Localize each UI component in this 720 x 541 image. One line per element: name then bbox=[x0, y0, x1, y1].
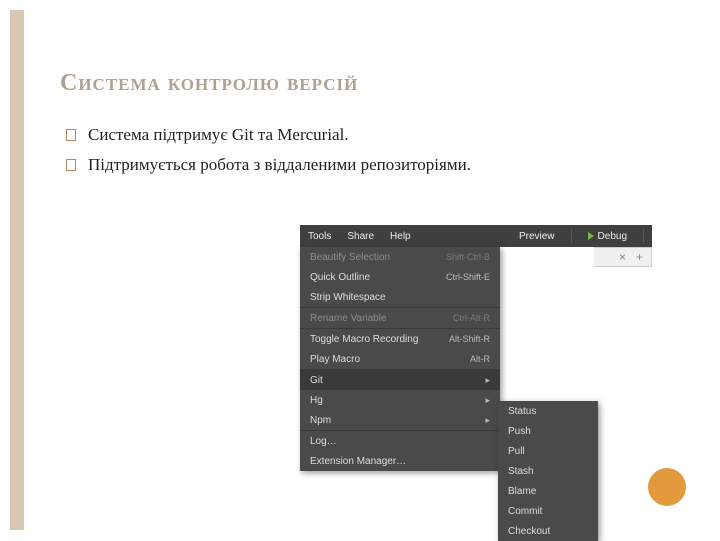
bullet-item: Система підтримує Git та Mercurial. bbox=[66, 125, 680, 145]
menu-label: Rename Variable bbox=[310, 313, 387, 324]
menu-item-strip-whitespace[interactable]: Strip Whitespace bbox=[300, 287, 500, 307]
menu-item-play-macro[interactable]: Play Macro Alt-R bbox=[300, 349, 500, 369]
tab-strip: × + bbox=[594, 247, 652, 267]
menu-shortcut: Alt-Shift-R bbox=[449, 334, 490, 344]
chevron-right-icon: ▸ bbox=[485, 375, 490, 386]
menu-item-hg[interactable]: Hg ▸ bbox=[300, 390, 500, 410]
menu-label: Blame bbox=[508, 486, 536, 497]
menu-item-npm[interactable]: Npm ▸ bbox=[300, 410, 500, 430]
menu-label: Play Macro bbox=[310, 354, 360, 365]
menu-label: Log… bbox=[310, 436, 337, 447]
menu-label: Status bbox=[508, 406, 536, 417]
menu-item-log[interactable]: Log… bbox=[300, 431, 500, 451]
menu-item-toggle-macro[interactable]: Toggle Macro Recording Alt-Shift-R bbox=[300, 329, 500, 349]
menu-shortcut: Ctrl-Alt-R bbox=[453, 313, 490, 323]
menu-label: Quick Outline bbox=[310, 272, 370, 283]
slide-title: Система контролю версій bbox=[60, 70, 680, 97]
debug-label: Debug bbox=[598, 231, 627, 242]
menu-shortcut: Shift-Ctrl-B bbox=[446, 252, 490, 262]
add-tab-icon[interactable]: + bbox=[636, 250, 643, 264]
submenu-item-status[interactable]: Status bbox=[498, 401, 598, 421]
preview-button[interactable]: Preview bbox=[519, 231, 555, 242]
bullet-list: Система підтримує Git та Mercurial. Підт… bbox=[60, 125, 680, 175]
submenu-item-push[interactable]: Push bbox=[498, 421, 598, 441]
chevron-right-icon: ▸ bbox=[485, 395, 490, 406]
menu-help[interactable]: Help bbox=[390, 231, 411, 242]
bullet-item: Підтримується робота з віддаленими репоз… bbox=[66, 155, 680, 175]
slide-accent-bar bbox=[10, 10, 24, 530]
close-tab-icon[interactable]: × bbox=[619, 250, 626, 264]
chevron-right-icon: ▸ bbox=[485, 415, 490, 426]
menu-label: Toggle Macro Recording bbox=[310, 334, 418, 345]
menubar: Tools Share Help Preview Debug bbox=[300, 225, 652, 247]
menu-label: Hg bbox=[310, 395, 323, 406]
menu-label: Git bbox=[310, 375, 323, 386]
debug-button[interactable]: Debug bbox=[588, 231, 627, 242]
menu-item-extension-manager[interactable]: Extension Manager… bbox=[300, 451, 500, 471]
submenu-item-blame[interactable]: Blame bbox=[498, 481, 598, 501]
menu-label: Commit bbox=[508, 506, 542, 517]
menu-shortcut: Alt-R bbox=[470, 354, 490, 364]
menu-shortcut: Ctrl-Shift-E bbox=[446, 272, 490, 282]
menu-item-git[interactable]: Git ▸ bbox=[300, 370, 500, 390]
menu-label: Beautify Selection bbox=[310, 252, 390, 263]
submenu-item-commit[interactable]: Commit bbox=[498, 501, 598, 521]
tools-dropdown: Beautify Selection Shift-Ctrl-B Quick Ou… bbox=[300, 247, 500, 471]
play-icon bbox=[588, 232, 594, 240]
slide-content: Система контролю версій Система підтриму… bbox=[60, 70, 680, 185]
menu-label: Pull bbox=[508, 446, 525, 457]
git-submenu: Status Push Pull Stash Blame Commit Chec… bbox=[498, 401, 598, 541]
menu-label: Npm bbox=[310, 415, 331, 426]
menu-label: Push bbox=[508, 426, 531, 437]
decorative-circle-icon bbox=[648, 468, 686, 506]
menu-item-rename-variable[interactable]: Rename Variable Ctrl-Alt-R bbox=[300, 308, 500, 328]
menu-item-quick-outline[interactable]: Quick Outline Ctrl-Shift-E bbox=[300, 267, 500, 287]
menu-label: Extension Manager… bbox=[310, 456, 406, 467]
separator bbox=[643, 229, 644, 243]
menu-label: Stash bbox=[508, 466, 534, 477]
menu-item-beautify[interactable]: Beautify Selection Shift-Ctrl-B bbox=[300, 247, 500, 267]
submenu-item-stash[interactable]: Stash bbox=[498, 461, 598, 481]
separator bbox=[571, 229, 572, 243]
menu-label: Checkout bbox=[508, 526, 550, 537]
submenu-item-pull[interactable]: Pull bbox=[498, 441, 598, 461]
menu-tools[interactable]: Tools bbox=[308, 231, 331, 242]
editor-screenshot: Tools Share Help Preview Debug × + Beaut… bbox=[300, 225, 652, 471]
menu-label: Strip Whitespace bbox=[310, 292, 386, 303]
menu-share[interactable]: Share bbox=[347, 231, 374, 242]
submenu-item-checkout[interactable]: Checkout bbox=[498, 521, 598, 541]
